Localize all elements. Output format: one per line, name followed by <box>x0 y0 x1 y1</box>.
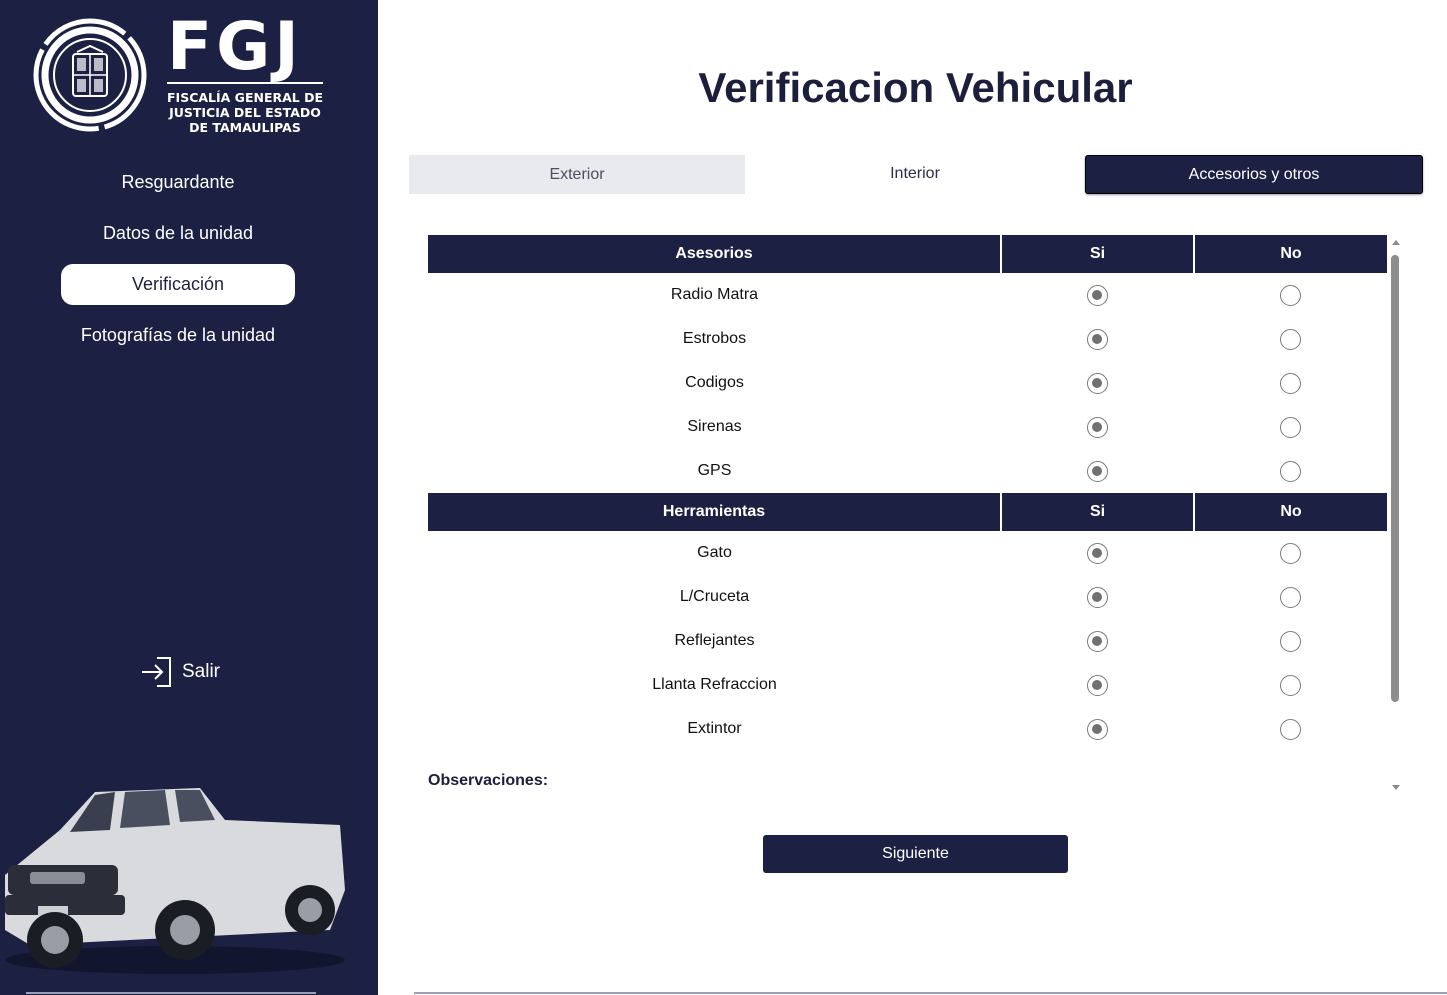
table-row: Estrobos <box>428 317 1387 361</box>
observations-label: Observaciones: <box>428 772 549 789</box>
table-row: Extintor <box>428 707 1387 751</box>
item-label: Codigos <box>685 374 744 391</box>
table-row: Sirenas <box>428 405 1387 449</box>
logout-label: Salir <box>182 661 221 682</box>
radio-no[interactable] <box>1280 718 1301 740</box>
column-si: Si <box>1001 493 1195 531</box>
item-label: GPS <box>697 462 732 479</box>
scroll-up-icon[interactable] <box>1392 240 1400 245</box>
item-label: Radio Matra <box>670 286 759 303</box>
sidebar-item-verificacion[interactable]: Verificación <box>61 264 295 305</box>
item-label: Estrobos <box>682 330 747 347</box>
item-label: Gato <box>697 544 732 561</box>
radio-no[interactable] <box>1280 630 1301 652</box>
checklist-scroll-area[interactable]: Asesorios Si No Radio Matra Estrobos Cod… <box>428 235 1403 795</box>
column-si: Si <box>1001 235 1195 273</box>
section-title: Asesorios <box>428 235 1002 273</box>
fgj-logo: FGJ FISCALÍA GENERAL DE JUSTICIA DEL EST… <box>33 14 333 139</box>
state-seal-icon <box>33 18 147 132</box>
logo-acronym: FGJ <box>167 8 303 85</box>
radio-no[interactable] <box>1280 372 1301 394</box>
main-content: Verificacion Vehicular Exterior Interior… <box>378 0 1447 995</box>
radio-no[interactable] <box>1280 460 1301 482</box>
table-row: Radio Matra <box>428 273 1387 317</box>
tab-interior[interactable]: Interior <box>747 155 1083 194</box>
section-title: Herramientas <box>428 493 1002 531</box>
radio-no[interactable] <box>1280 284 1301 306</box>
radio-no[interactable] <box>1280 328 1301 350</box>
logout-icon <box>142 657 171 687</box>
radio-si[interactable] <box>1087 674 1108 696</box>
radio-no[interactable] <box>1280 416 1301 438</box>
radio-no[interactable] <box>1280 586 1301 608</box>
sidebar-nav: Resguardante Datos de la unidad Verifica… <box>61 162 295 366</box>
page-title: Verificacion Vehicular <box>698 64 1133 111</box>
column-no: No <box>1194 235 1387 273</box>
radio-si[interactable] <box>1087 416 1108 438</box>
sidebar: FGJ FISCALÍA GENERAL DE JUSTICIA DEL EST… <box>0 0 378 995</box>
pickup-truck-image <box>5 788 345 974</box>
logo-line-3: DE TAMAULIPAS <box>189 120 301 135</box>
item-label: Reflejantes <box>674 632 755 649</box>
item-label: Extintor <box>687 720 742 737</box>
table-row: Codigos <box>428 361 1387 405</box>
radio-si[interactable] <box>1087 372 1108 394</box>
scrollbar-thumb[interactable] <box>1391 255 1399 702</box>
main-bottom-divider <box>414 992 1447 994</box>
radio-si[interactable] <box>1087 630 1108 652</box>
sidebar-item-fotografias[interactable]: Fotografías de la unidad <box>61 315 295 356</box>
tab-exterior[interactable]: Exterior <box>409 155 745 194</box>
section-header-asesorios: Asesorios Si No <box>428 235 1387 273</box>
radio-si[interactable] <box>1087 718 1108 740</box>
table-row: Llanta Refraccion <box>428 663 1387 707</box>
checklist-scrollbar[interactable] <box>1389 237 1405 793</box>
table-row: Gato <box>428 531 1387 575</box>
verification-tabs: Exterior Interior Accesorios y otros <box>409 155 1423 195</box>
section-header-herramientas: Herramientas Si No <box>428 493 1387 531</box>
item-label: Llanta Refraccion <box>652 676 777 693</box>
column-no: No <box>1194 493 1387 531</box>
item-label: Sirenas <box>687 418 742 435</box>
sidebar-item-datos-unidad[interactable]: Datos de la unidad <box>61 213 295 254</box>
radio-si[interactable] <box>1087 328 1108 350</box>
checklist-table: Asesorios Si No Radio Matra Estrobos Cod… <box>428 235 1387 751</box>
tab-accesorios[interactable]: Accesorios y otros <box>1085 155 1423 194</box>
logo-line-1: FISCALÍA GENERAL DE <box>167 90 324 105</box>
radio-si[interactable] <box>1087 284 1108 306</box>
logo-text: FGJ FISCALÍA GENERAL DE JUSTICIA DEL EST… <box>167 14 327 135</box>
table-row: L/Cruceta <box>428 575 1387 619</box>
logout-button[interactable]: Salir <box>140 655 220 689</box>
next-button[interactable]: Siguiente <box>763 835 1068 873</box>
radio-si[interactable] <box>1087 460 1108 482</box>
sidebar-item-resguardante[interactable]: Resguardante <box>61 162 295 203</box>
table-row: Reflejantes <box>428 619 1387 663</box>
scroll-down-icon[interactable] <box>1392 785 1400 790</box>
radio-no[interactable] <box>1280 674 1301 696</box>
sidebar-bottom-divider <box>26 992 316 994</box>
radio-no[interactable] <box>1280 542 1301 564</box>
table-row: GPS <box>428 449 1387 493</box>
logo-line-2: JUSTICIA DEL ESTADO <box>169 105 321 120</box>
item-label: L/Cruceta <box>679 588 750 605</box>
radio-si[interactable] <box>1087 586 1108 608</box>
radio-si[interactable] <box>1087 542 1108 564</box>
